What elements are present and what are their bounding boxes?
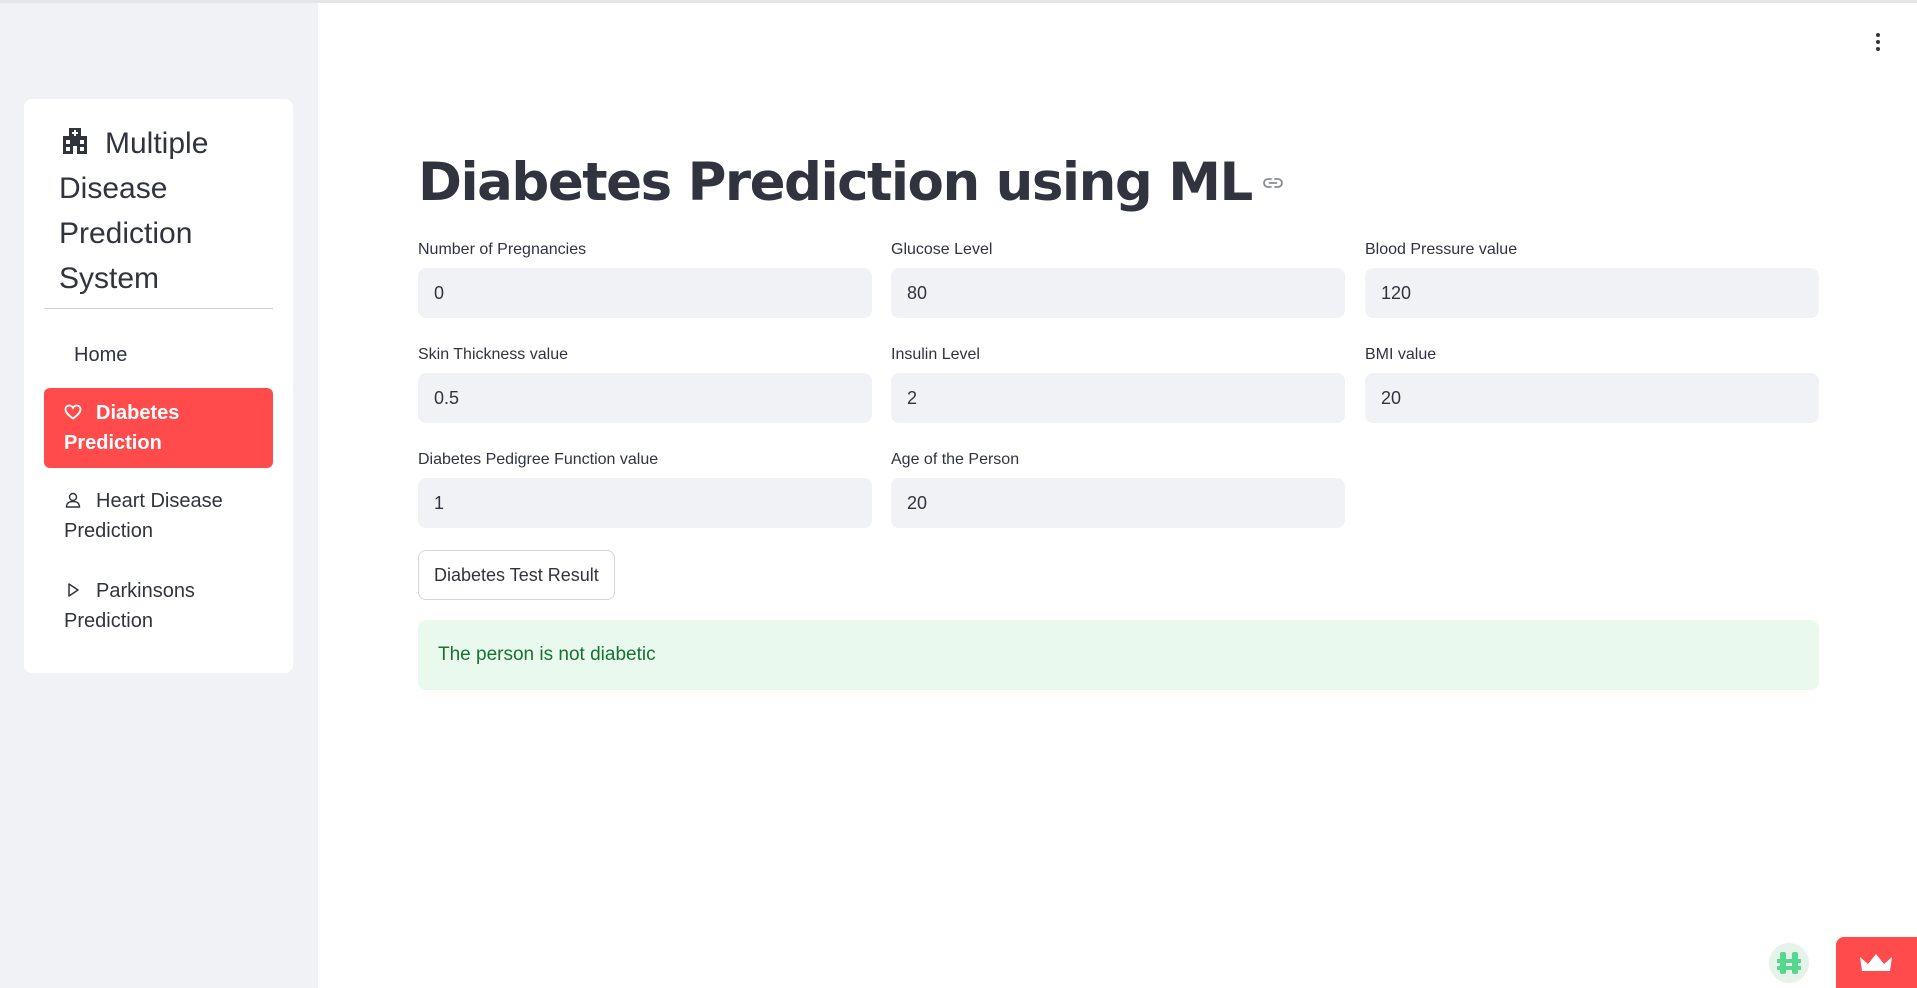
app-root: Multiple Disease Prediction System Home … bbox=[0, 0, 1917, 988]
result-text: The person is not diabetic bbox=[438, 644, 656, 665]
skin-thickness-input[interactable] bbox=[418, 373, 872, 423]
glucose-label: Glucose Level bbox=[891, 241, 993, 258]
blood-pressure-field: Blood Pressure value bbox=[1365, 239, 1819, 318]
pedigree-field: Diabetes Pedigree Function value bbox=[418, 449, 872, 528]
streamlit-badge[interactable] bbox=[1836, 937, 1917, 988]
insulin-label: Insulin Level bbox=[891, 346, 980, 363]
page-title: Diabetes Prediction using ML bbox=[418, 148, 1284, 218]
person-icon bbox=[65, 492, 81, 508]
glucose-input[interactable] bbox=[891, 268, 1345, 318]
age-input[interactable] bbox=[891, 478, 1345, 528]
skin-thickness-field: Skin Thickness value bbox=[418, 344, 872, 423]
blood-pressure-input[interactable] bbox=[1365, 268, 1819, 318]
hospital-icon bbox=[63, 128, 87, 154]
status-widget[interactable] bbox=[1769, 943, 1809, 983]
heart-icon bbox=[64, 404, 82, 420]
crown-icon bbox=[1860, 954, 1892, 971]
sidebar-item-diabetes-prediction[interactable]: Diabetes Prediction bbox=[44, 388, 273, 468]
bmi-label: BMI value bbox=[1365, 346, 1437, 363]
app-status-icon bbox=[1777, 952, 1801, 974]
skin-thickness-label: Skin Thickness value bbox=[418, 346, 568, 363]
bmi-input[interactable] bbox=[1365, 373, 1819, 423]
sidebar: Multiple Disease Prediction System Home … bbox=[0, 3, 318, 988]
main-menu-icon[interactable] bbox=[1870, 31, 1886, 53]
sidebar-item-parkinsons-prediction[interactable]: Parkinsons Prediction bbox=[44, 568, 273, 638]
sidebar-item-label: Parkinsons Prediction bbox=[64, 580, 195, 632]
menu-divider bbox=[44, 308, 273, 309]
pregnancies-input[interactable] bbox=[418, 268, 872, 318]
age-field: Age of the Person bbox=[891, 449, 1345, 528]
glucose-field: Glucose Level bbox=[891, 239, 1345, 318]
sidebar-item-label: Home bbox=[74, 344, 128, 366]
page-title-text: Diabetes Prediction using ML bbox=[418, 152, 1253, 213]
pedigree-input[interactable] bbox=[418, 478, 872, 528]
sidebar-item-heart-disease-prediction[interactable]: Heart Disease Prediction bbox=[44, 478, 273, 548]
age-label: Age of the Person bbox=[891, 451, 1020, 468]
play-icon bbox=[68, 583, 79, 597]
blood-pressure-label: Blood Pressure value bbox=[1365, 241, 1518, 258]
sidebar-item-home[interactable]: Home bbox=[44, 335, 273, 375]
insulin-input[interactable] bbox=[891, 373, 1345, 423]
main-content: Diabetes Prediction using ML Number of P… bbox=[318, 3, 1917, 988]
diabetes-test-result-button[interactable]: Diabetes Test Result bbox=[418, 550, 615, 600]
pregnancies-label: Number of Pregnancies bbox=[418, 241, 587, 258]
option-menu: Multiple Disease Prediction System Home … bbox=[24, 99, 293, 673]
link-icon[interactable] bbox=[1262, 172, 1284, 194]
insulin-field: Insulin Level bbox=[891, 344, 1345, 423]
pregnancies-field: Number of Pregnancies bbox=[418, 239, 872, 318]
bmi-field: BMI value bbox=[1365, 344, 1819, 423]
result-alert: The person is not diabetic bbox=[418, 620, 1819, 690]
pedigree-label: Diabetes Pedigree Function value bbox=[418, 451, 659, 468]
menu-title: Multiple Disease Prediction System bbox=[59, 121, 269, 301]
sidebar-item-label: Heart Disease Prediction bbox=[64, 490, 223, 542]
